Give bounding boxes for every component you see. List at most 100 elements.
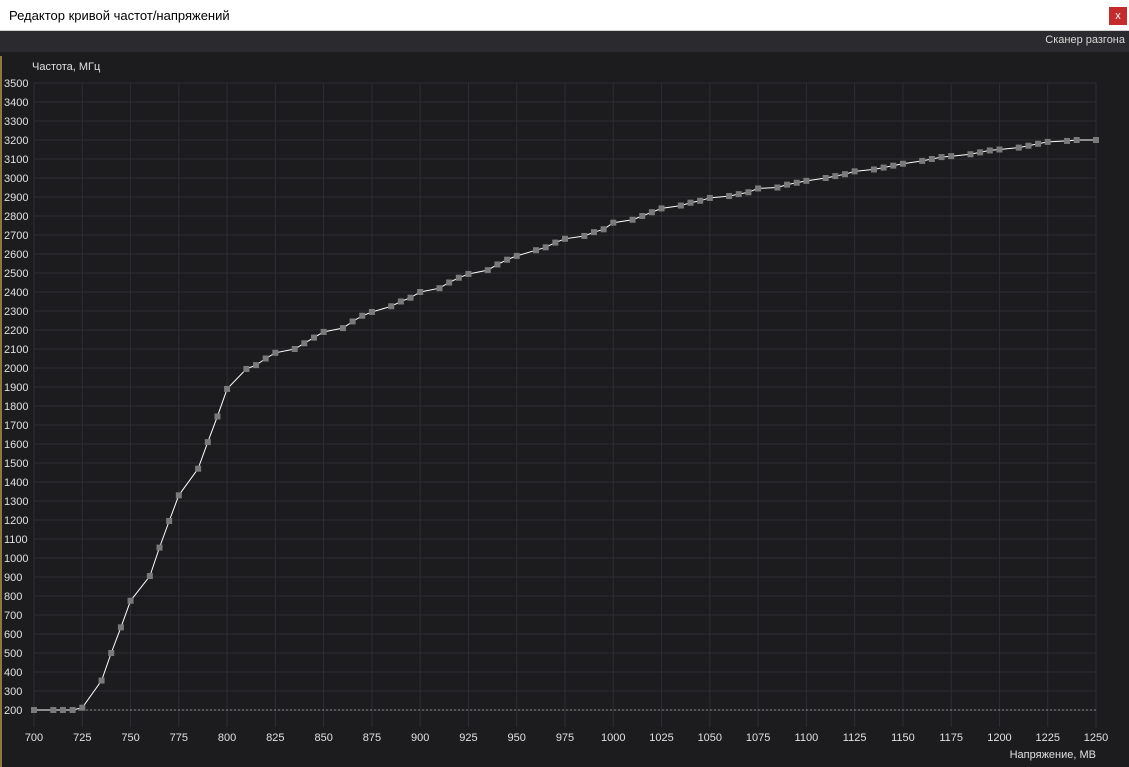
curve-point[interactable] [1073, 137, 1080, 143]
curve-point[interactable] [513, 252, 520, 259]
y-tick-label: 1300 [4, 496, 28, 508]
curve-point[interactable] [368, 308, 375, 315]
curve-point[interactable] [784, 181, 791, 188]
y-tick-label: 700 [4, 610, 22, 622]
curve-point[interactable] [793, 179, 800, 186]
curve-point[interactable] [243, 365, 250, 372]
curve-point[interactable] [436, 285, 443, 292]
curve-point[interactable] [745, 189, 752, 196]
curve-point[interactable] [98, 677, 105, 684]
curve-point[interactable] [494, 261, 501, 268]
curve-point[interactable] [928, 156, 935, 162]
curve-point[interactable] [726, 193, 733, 200]
curve-point[interactable] [320, 328, 327, 335]
curve-point[interactable] [639, 213, 646, 219]
curve-point[interactable] [986, 147, 993, 154]
frequency-voltage-chart[interactable]: 200 300 400 500 600 700 800 900 1000 1100 1200 1300… [0, 0, 1129, 767]
curve-point[interactable] [581, 232, 588, 239]
curve-point[interactable] [919, 157, 926, 164]
curve-point[interactable] [562, 235, 568, 242]
curve-point[interactable] [59, 707, 66, 713]
curve-point[interactable] [697, 197, 704, 204]
curve-point[interactable] [214, 413, 221, 420]
curve-point[interactable] [629, 216, 636, 223]
curve-point[interactable] [484, 267, 491, 274]
curve-point[interactable] [1035, 140, 1042, 147]
curve-point[interactable] [1044, 138, 1051, 145]
curve-point[interactable] [996, 146, 1003, 153]
curve-point[interactable] [870, 166, 877, 173]
grid-lines [33, 82, 1097, 727]
curve-point[interactable] [977, 149, 984, 156]
curve-point[interactable] [803, 177, 810, 184]
curve-point[interactable] [735, 191, 742, 198]
curve-point[interactable] [542, 244, 549, 251]
curve-point[interactable] [533, 247, 540, 254]
curve-point[interactable] [204, 439, 211, 446]
curve-point[interactable] [175, 492, 182, 499]
curve-point[interactable] [899, 160, 906, 167]
curve-point[interactable] [832, 173, 839, 180]
curve-point[interactable] [310, 334, 317, 341]
curve-point[interactable] [417, 289, 424, 295]
curve-point[interactable] [69, 707, 76, 713]
curve-point[interactable] [948, 153, 955, 160]
curve-point[interactable] [407, 294, 414, 301]
curve-point[interactable] [658, 205, 665, 212]
curve-point[interactable] [446, 279, 453, 286]
curve-point[interactable] [504, 256, 511, 263]
curve-point[interactable] [79, 704, 86, 711]
curve-point[interactable] [465, 270, 472, 277]
curve-point[interactable] [706, 194, 713, 201]
curve-point[interactable] [359, 312, 366, 319]
curve-point[interactable] [127, 597, 134, 604]
curve-point[interactable] [880, 164, 887, 171]
curve-point[interactable] [600, 226, 607, 233]
curve-point[interactable] [50, 707, 57, 713]
curve-point[interactable] [1015, 144, 1022, 151]
curve-point[interactable] [677, 202, 684, 209]
curve-point[interactable] [851, 168, 858, 175]
curve-point[interactable] [552, 239, 559, 246]
curve-point[interactable] [146, 573, 153, 580]
curve-point[interactable] [166, 517, 173, 524]
curve-point[interactable] [272, 349, 279, 356]
curve-point[interactable] [156, 544, 163, 551]
curve-point[interactable] [822, 175, 829, 181]
x-tick-label: 725 [73, 732, 91, 744]
curve-point[interactable] [388, 303, 395, 310]
curve-point[interactable] [967, 151, 974, 158]
y-tick-label: 300 [4, 686, 22, 698]
curve-point[interactable] [590, 229, 597, 236]
curve-point[interactable] [117, 624, 124, 631]
curve-point[interactable] [1093, 137, 1099, 143]
curve-point[interactable] [687, 199, 694, 206]
x-tick-label: 925 [459, 732, 477, 744]
curve-point[interactable] [291, 346, 298, 352]
curve-point[interactable] [339, 325, 346, 332]
curve-point[interactable] [1025, 142, 1032, 149]
y-tick-label: 200 [4, 705, 22, 717]
curve-point[interactable] [108, 650, 115, 656]
curve-point[interactable] [648, 209, 655, 216]
curve-point[interactable] [397, 298, 404, 305]
curve-point[interactable] [224, 385, 231, 392]
curve-point[interactable] [31, 707, 37, 713]
curve-point[interactable] [755, 185, 762, 192]
x-tick-label: 900 [411, 732, 429, 744]
x-tick-label: 775 [170, 732, 188, 744]
curve-point[interactable] [301, 340, 308, 347]
curve-point[interactable] [253, 362, 260, 369]
curve-point[interactable] [1064, 137, 1071, 144]
curve-point[interactable] [455, 274, 462, 281]
curve-point[interactable] [195, 465, 202, 472]
curve-point[interactable] [774, 184, 781, 191]
curve-point[interactable] [262, 355, 269, 362]
y-tick-label: 3400 [4, 97, 28, 109]
curve-point[interactable] [890, 162, 897, 169]
curve-point[interactable] [610, 219, 617, 226]
curve-point[interactable] [349, 318, 356, 325]
curve-point[interactable] [938, 154, 945, 161]
x-tick-label: 1225 [1035, 732, 1059, 744]
curve-point[interactable] [841, 171, 848, 178]
